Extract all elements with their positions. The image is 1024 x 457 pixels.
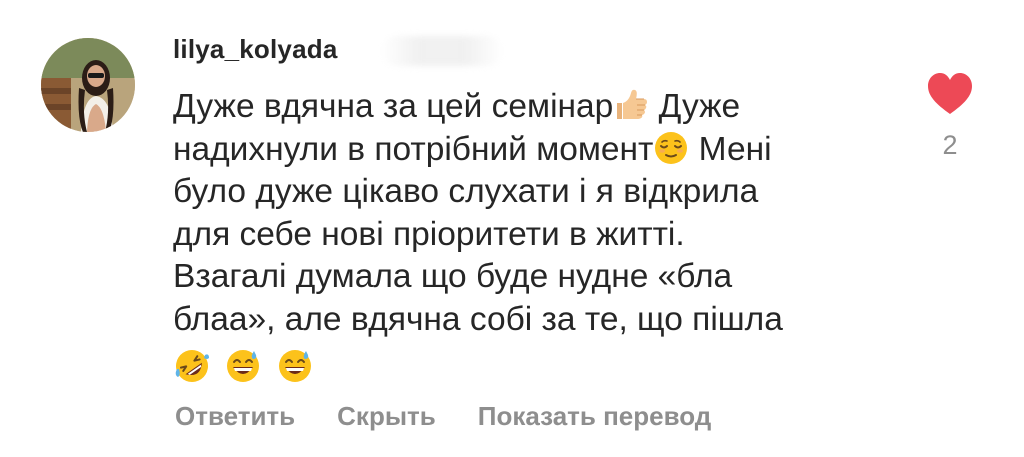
like-button[interactable] <box>926 72 974 116</box>
like-count: 2 <box>942 130 958 160</box>
grinning-sweat-icon <box>276 347 314 385</box>
relieved-face-icon <box>653 130 689 166</box>
avatar[interactable] <box>41 38 135 132</box>
grinning-sweat-icon <box>224 347 262 385</box>
comment-line-6: блаа», але вдячна собі за те, що пішла <box>173 300 783 338</box>
heart-icon <box>928 73 972 114</box>
redacted-blur <box>382 36 502 66</box>
username[interactable]: lilya_kolyada <box>173 34 337 65</box>
show-translation-button[interactable]: Показать перевод <box>478 401 712 432</box>
hide-button[interactable]: Скрыть <box>337 401 436 432</box>
comment-line-3: було дуже цікаво слухати і я відкрила <box>173 173 759 210</box>
comment-actions: Ответить Скрыть Показать перевод <box>175 401 711 432</box>
emoji-row <box>173 343 873 387</box>
comment-line-2: надихнули в потрібний момент Мені <box>173 130 772 168</box>
reply-button[interactable]: Ответить <box>175 401 295 432</box>
comment-line-4: для себе нові пріоритети в житті. <box>173 215 685 253</box>
comment-text: Дуже вдячна за цей семінар Дуже надихнул… <box>173 86 873 387</box>
comment-line-5: Взагалі думала що буде нудне «бла <box>173 258 733 295</box>
rolling-on-floor-laughing-icon <box>173 347 211 385</box>
thumbs-up-icon <box>613 87 649 123</box>
comment-line-1: Дуже вдячна за цей семінар Дуже <box>173 87 741 125</box>
